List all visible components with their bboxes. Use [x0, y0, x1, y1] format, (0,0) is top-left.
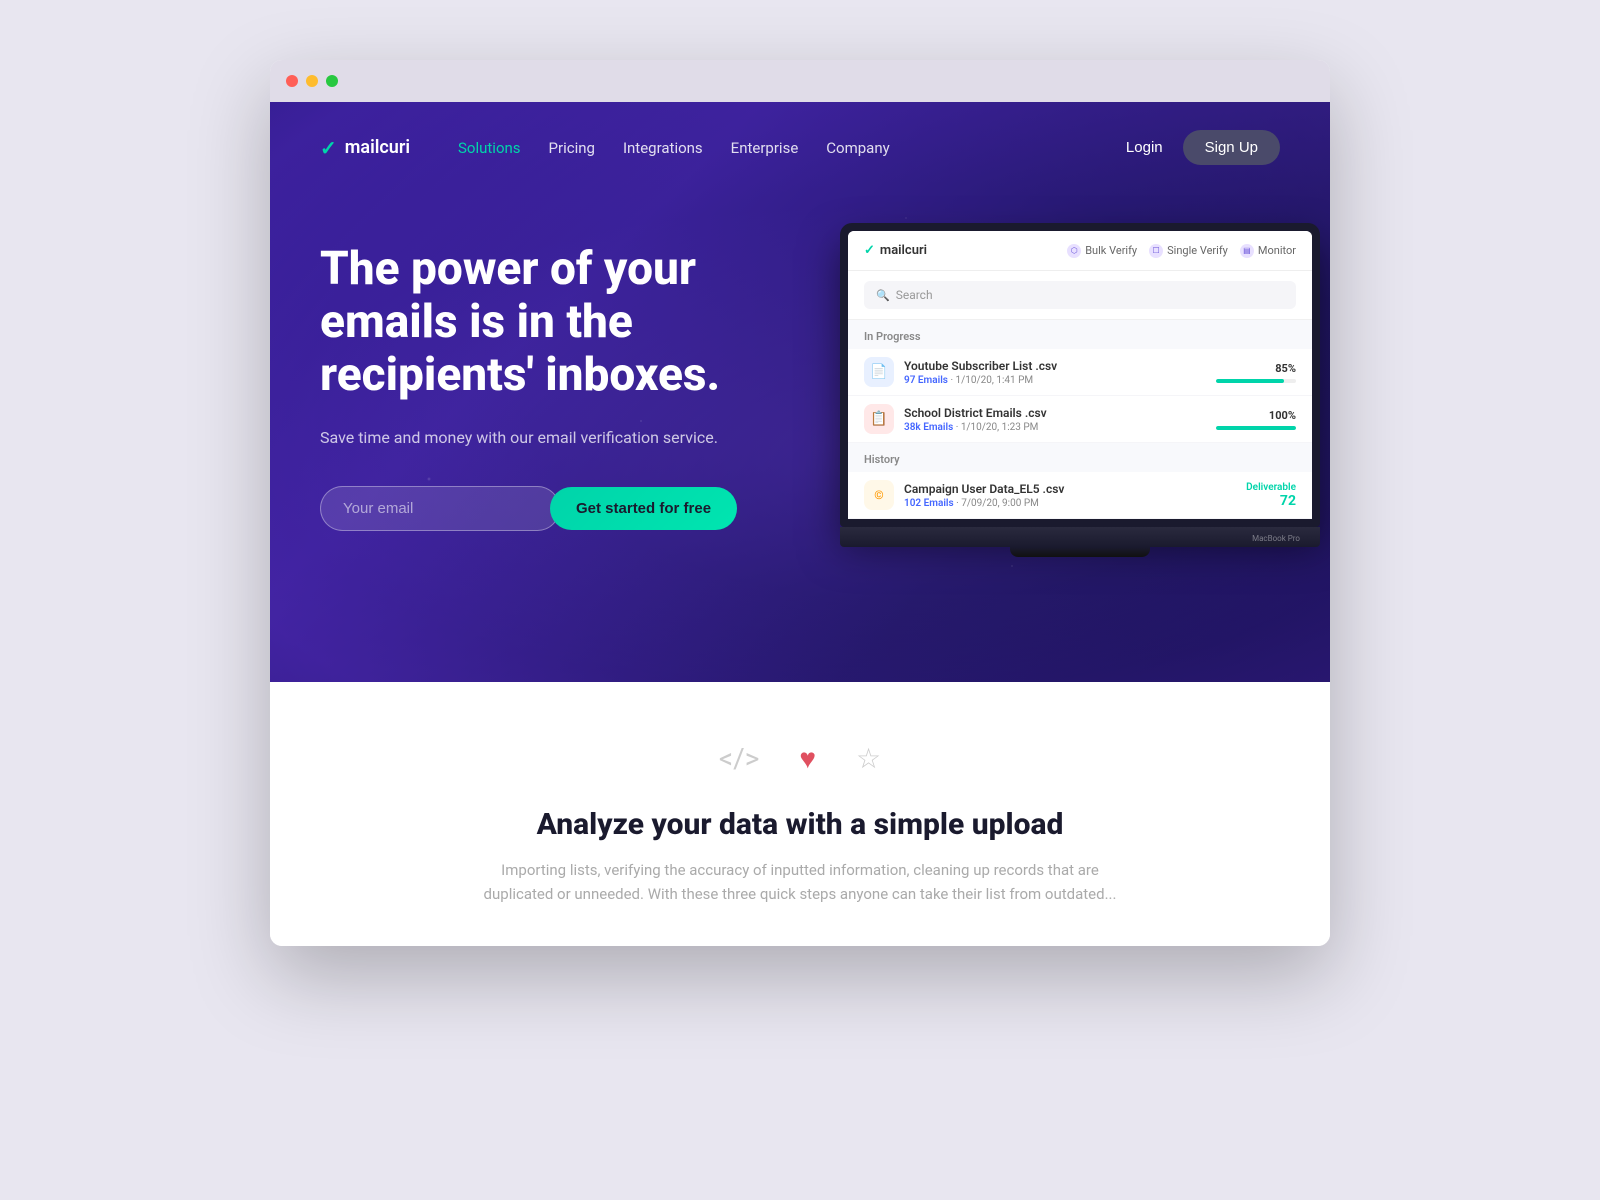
item-count-campaign: 102 Emails	[904, 498, 954, 509]
nav-enterprise[interactable]: Enterprise	[731, 139, 799, 157]
tab-bulk-verify-label: Bulk Verify	[1085, 244, 1137, 257]
tab-monitor-label: Monitor	[1258, 244, 1296, 257]
hero-content: The power of your emails is in the recip…	[270, 193, 1330, 607]
deliverable-count: 72	[1246, 493, 1296, 509]
nav-integrations[interactable]: Integrations	[623, 139, 703, 157]
item-count-youtube: 97 Emails	[904, 375, 948, 386]
list-item[interactable]: 📋 School District Emails .csv 38k Emails…	[848, 396, 1312, 443]
item-date-youtube-val: 1/10/20, 1:41 PM	[956, 375, 1034, 386]
nav-solutions[interactable]: Solutions	[458, 139, 521, 157]
code-icon: </>	[719, 742, 759, 775]
tab-monitor[interactable]: ▤ Monitor	[1240, 244, 1296, 258]
item-info-school: School District Emails .csv 38k Emails ·…	[904, 406, 1206, 433]
cta-button[interactable]: Get started for free	[550, 487, 737, 530]
app-nav: ✓ mailcuri ⬡ Bulk Verify ☐	[848, 231, 1312, 271]
item-name-school: School District Emails .csv	[904, 406, 1206, 420]
browser-chrome	[270, 60, 1330, 102]
item-info-youtube: Youtube Subscriber List .csv 97 Emails ·…	[904, 359, 1206, 386]
tab-bulk-verify[interactable]: ⬡ Bulk Verify	[1067, 244, 1137, 258]
app-logo: ✓ mailcuri	[864, 243, 927, 258]
search-box[interactable]: 🔍 Search	[864, 281, 1296, 309]
item-icon-school: 📋	[864, 404, 894, 434]
progress-pct-school: 100%	[1216, 409, 1296, 422]
nav-company[interactable]: Company	[826, 139, 889, 157]
item-meta-youtube: 97 Emails · 1/10/20, 1:41 PM	[904, 375, 1206, 386]
item-icon-campaign: ©	[864, 480, 894, 510]
app-search-area: 🔍 Search	[848, 271, 1312, 320]
feature-icons-row: </> ♥ ☆	[320, 742, 1280, 775]
item-meta-school: 38k Emails · 1/10/20, 1:23 PM	[904, 422, 1206, 433]
single-verify-icon: ☐	[1149, 244, 1163, 258]
progress-bar-school	[1216, 426, 1296, 430]
item-meta-campaign: 102 Emails · 7/09/20, 9:00 PM	[904, 498, 1236, 509]
main-nav: ✓ mailcuri Solutions Pricing Integration…	[270, 102, 1330, 193]
hero-headline: The power of your emails is in the recip…	[320, 243, 800, 402]
item-progress-school: 100%	[1216, 409, 1296, 430]
heart-icon: ♥	[799, 742, 816, 775]
minimize-dot[interactable]	[306, 75, 318, 87]
close-dot[interactable]	[286, 75, 298, 87]
star-icon: ☆	[856, 742, 881, 775]
nav-right: Login Sign Up	[1126, 130, 1280, 165]
in-progress-section-label: In Progress	[848, 320, 1312, 349]
logo-name: mailcuri	[345, 137, 410, 158]
app-ui: ✓ mailcuri ⬡ Bulk Verify ☐	[848, 231, 1312, 519]
item-name-youtube: Youtube Subscriber List .csv	[904, 359, 1206, 373]
signup-button[interactable]: Sign Up	[1183, 130, 1280, 165]
hero-text: The power of your emails is in the recip…	[320, 223, 800, 531]
login-button[interactable]: Login	[1126, 139, 1163, 156]
deliverable-label: Deliverable	[1246, 482, 1296, 493]
search-icon: 🔍	[876, 289, 890, 302]
features-description: Importing lists, verifying the accuracy …	[480, 858, 1120, 906]
item-count-school: 38k Emails	[904, 422, 953, 433]
item-date-school: 1/10/20, 1:23 PM	[961, 422, 1039, 433]
hero-section: ✓ mailcuri Solutions Pricing Integration…	[270, 102, 1330, 682]
item-name-campaign: Campaign User Data_EL5 .csv	[904, 482, 1236, 496]
app-nav-tabs: ⬡ Bulk Verify ☐ Single Verify ▤	[1067, 244, 1296, 258]
app-logo-name: mailcuri	[880, 243, 927, 258]
bulk-verify-icon: ⬡	[1067, 244, 1081, 258]
item-info-campaign: Campaign User Data_EL5 .csv 102 Emails ·…	[904, 482, 1236, 509]
item-deliverable-campaign: Deliverable 72	[1246, 482, 1296, 509]
progress-pct-youtube: 85%	[1216, 362, 1296, 375]
fullscreen-dot[interactable]	[326, 75, 338, 87]
logo-check-icon: ✓	[320, 136, 337, 160]
app-logo-check-icon: ✓	[864, 243, 875, 258]
laptop-mockup: ✓ mailcuri ⬡ Bulk Verify ☐	[840, 223, 1320, 547]
progress-fill-school	[1216, 426, 1296, 430]
nav-links: Solutions Pricing Integrations Enterpris…	[458, 138, 1094, 157]
tab-single-verify[interactable]: ☐ Single Verify	[1149, 244, 1228, 258]
laptop-screen: ✓ mailcuri ⬡ Bulk Verify ☐	[840, 223, 1320, 527]
item-progress-youtube: 85%	[1216, 362, 1296, 383]
laptop-label: MacBook Pro	[1252, 534, 1300, 543]
email-input[interactable]	[320, 486, 560, 531]
features-title: Analyze your data with a simple upload	[320, 807, 1280, 842]
features-section: </> ♥ ☆ Analyze your data with a simple …	[270, 682, 1330, 946]
search-placeholder: Search	[896, 288, 933, 302]
progress-bar-youtube	[1216, 379, 1296, 383]
item-date-campaign: 7/09/20, 9:00 PM	[961, 498, 1039, 509]
laptop-base: MacBook Pro	[840, 527, 1320, 547]
monitor-icon: ▤	[1240, 244, 1254, 258]
list-item[interactable]: 📄 Youtube Subscriber List .csv 97 Emails…	[848, 349, 1312, 396]
history-section-label: History	[848, 443, 1312, 472]
tab-single-verify-label: Single Verify	[1167, 244, 1228, 257]
browser-window: ✓ mailcuri Solutions Pricing Integration…	[270, 60, 1330, 946]
progress-fill-youtube	[1216, 379, 1284, 383]
hero-subtext: Save time and money with our email verif…	[320, 426, 800, 450]
nav-pricing[interactable]: Pricing	[549, 139, 595, 157]
logo[interactable]: ✓ mailcuri	[320, 136, 410, 160]
hero-form: Get started for free	[320, 486, 800, 531]
list-item[interactable]: © Campaign User Data_EL5 .csv 102 Emails…	[848, 472, 1312, 519]
item-icon-youtube: 📄	[864, 357, 894, 387]
laptop: ✓ mailcuri ⬡ Bulk Verify ☐	[840, 223, 1320, 547]
